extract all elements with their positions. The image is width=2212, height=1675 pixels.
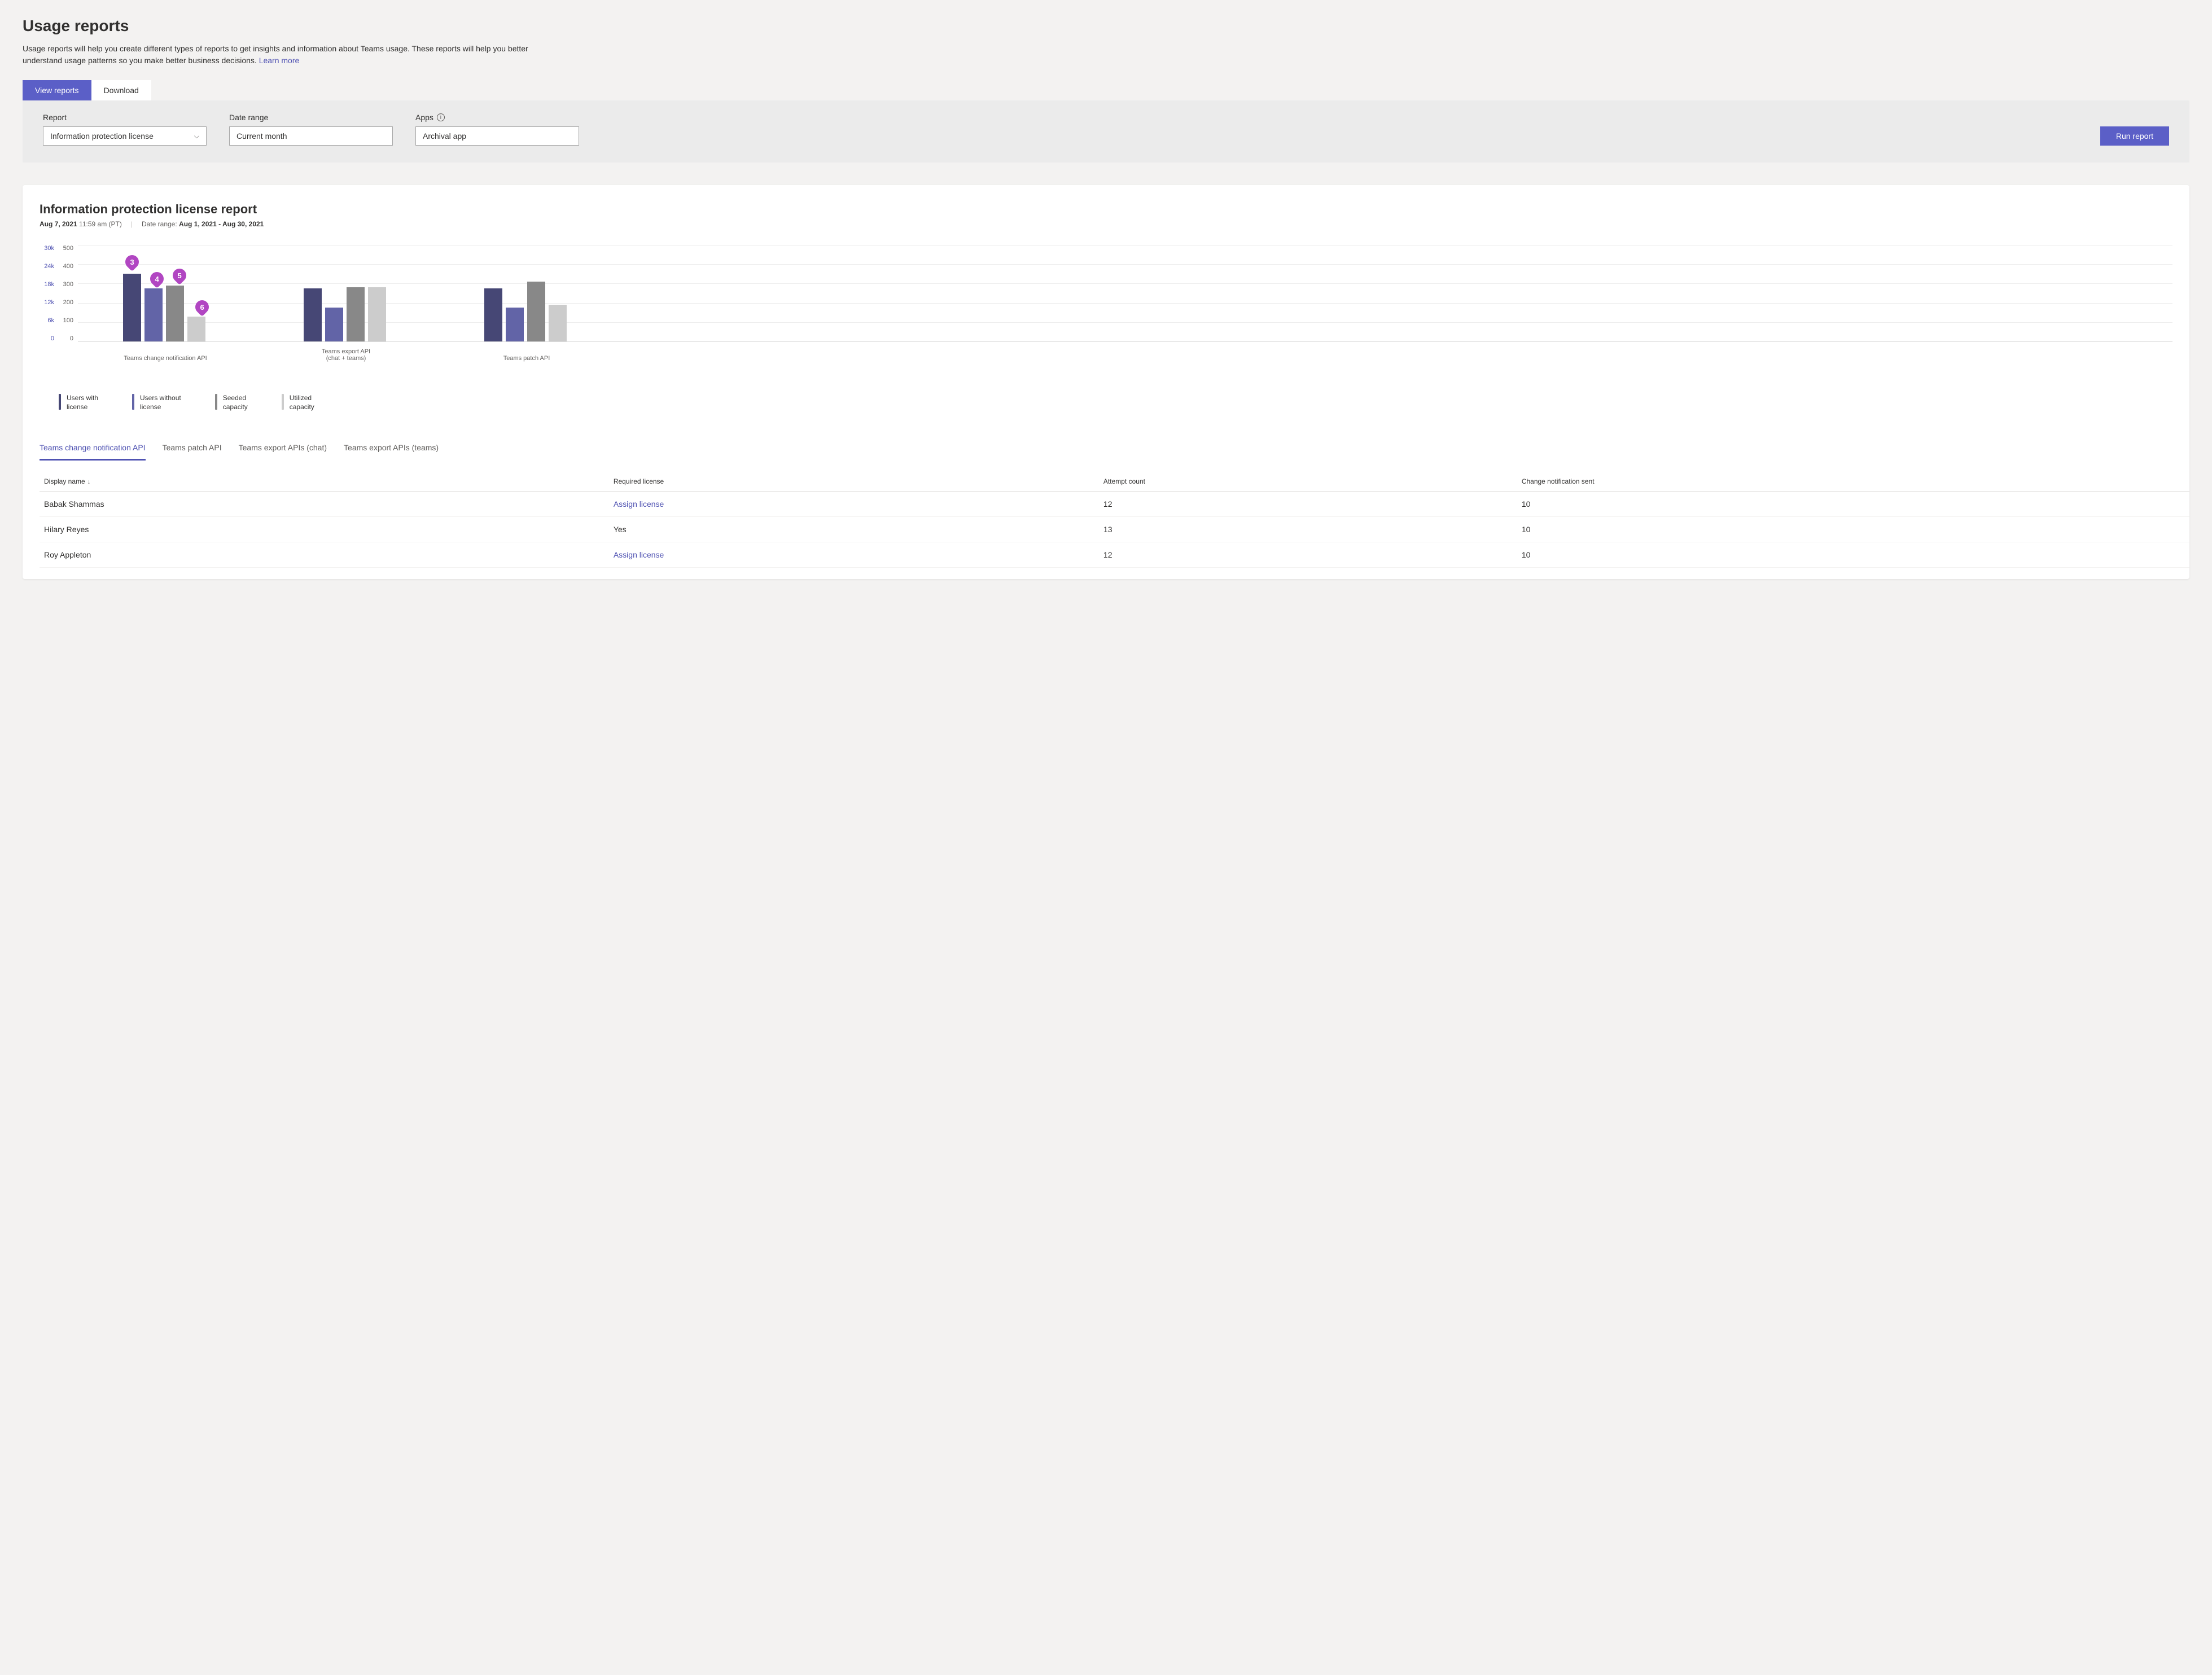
column-header[interactable]: Change notification sent: [1517, 472, 2189, 492]
chart-bar: [144, 288, 163, 341]
date-range-value: Current month: [236, 131, 287, 141]
cell-display-name: Babak Shammas: [40, 492, 609, 517]
filter-date-range: Date range Current month: [229, 113, 393, 146]
legend-label: Users withoutlicense: [140, 394, 181, 411]
report-card: Information protection license report Au…: [23, 185, 2189, 579]
report-dropdown-value: Information protection license: [50, 131, 154, 141]
filter-panel: Report Information protection license ⌵ …: [23, 100, 2189, 163]
cell-attempt-count: 12: [1099, 542, 1517, 568]
chart-bar: [368, 287, 386, 341]
cell-required-license: Yes: [609, 517, 1099, 542]
chart: 30k24k18k12k6k0 5004003002001000 Teams c…: [23, 228, 2189, 363]
cell-display-name: Roy Appleton: [40, 542, 609, 568]
tab-view-reports[interactable]: View reports: [23, 80, 91, 100]
cell-notification-sent: 10: [1517, 517, 2189, 542]
cell-notification-sent: 10: [1517, 542, 2189, 568]
cell-notification-sent: 10: [1517, 492, 2189, 517]
column-header[interactable]: Required license: [609, 472, 1099, 492]
legend-item: Users withlicense: [59, 394, 98, 411]
chart-bar: [549, 305, 567, 341]
chart-group: Teams patch API: [484, 245, 569, 341]
chart-bar: [166, 286, 184, 341]
assign-license-link[interactable]: Assign license: [614, 550, 664, 559]
learn-more-link[interactable]: Learn more: [259, 56, 300, 65]
sort-icon: ↓: [87, 479, 91, 485]
chart-bar: [187, 317, 205, 341]
chevron-down-icon: ⌵: [194, 132, 199, 141]
chart-category-label: Teams patch API: [481, 355, 572, 362]
info-icon[interactable]: i: [437, 113, 445, 121]
legend-label: Seededcapacity: [223, 394, 248, 411]
cell-display-name: Hilary Reyes: [40, 517, 609, 542]
filter-apps: Apps i Archival app: [415, 113, 579, 146]
report-meta: Aug 7, 2021 11:59 am (PT) | Date range: …: [40, 220, 2172, 228]
chart-bar: [506, 308, 524, 341]
subtab[interactable]: Teams change notification API: [40, 440, 146, 461]
legend-item: Users withoutlicense: [132, 394, 181, 411]
chart-group: Teams export API (chat + teams): [304, 245, 388, 341]
table-row: Babak Shammas Assign license 1210: [40, 492, 2189, 517]
chart-plot-area: Teams change notification APITeams expor…: [78, 245, 2172, 342]
data-table: Display name↓Required licenseAttempt cou…: [40, 472, 2189, 568]
report-header: Information protection license report Au…: [23, 202, 2189, 228]
table-row: Roy Appleton Assign license 1210: [40, 542, 2189, 568]
chart-legend: Users withlicense Users withoutlicense See…: [23, 363, 2189, 423]
date-range-dropdown[interactable]: Current month: [229, 126, 393, 146]
run-report-button[interactable]: Run report: [2100, 126, 2169, 146]
legend-swatch: [132, 394, 134, 410]
legend-label: Utilizedcapacity: [290, 394, 314, 411]
apps-dropdown[interactable]: Archival app: [415, 126, 579, 146]
chart-category-label: Teams change notification API: [120, 355, 211, 362]
chart-bar: [325, 308, 343, 341]
tab-download[interactable]: Download: [91, 80, 151, 100]
assign-license-link[interactable]: Assign license: [614, 499, 664, 508]
chart-bar: [484, 288, 502, 341]
column-header[interactable]: Attempt count: [1099, 472, 1517, 492]
page-title: Usage reports: [23, 17, 2189, 35]
legend-label: Users withlicense: [67, 394, 98, 411]
chart-category-label: Teams export API (chat + teams): [301, 348, 391, 362]
subtab[interactable]: Teams export APIs (teams): [344, 440, 439, 461]
filter-report: Report Information protection license ⌵: [43, 113, 207, 146]
legend-item: Seededcapacity: [215, 394, 248, 411]
cell-attempt-count: 13: [1099, 517, 1517, 542]
filter-report-label: Report: [43, 113, 207, 122]
column-header[interactable]: Display name↓: [40, 472, 609, 492]
chart-bar: [123, 274, 141, 341]
filter-date-label: Date range: [229, 113, 393, 122]
chart-y-axis-left: 30k24k18k12k6k0: [40, 245, 59, 342]
chart-bar: [304, 288, 322, 341]
legend-swatch: [282, 394, 284, 410]
chart-y-axis-right: 5004003002001000: [59, 245, 78, 342]
apps-value: Archival app: [423, 131, 466, 141]
legend-item: Utilizedcapacity: [282, 394, 314, 411]
chart-bar: [347, 287, 365, 341]
cell-required-license: Assign license: [609, 492, 1099, 517]
data-subtabs: Teams change notification API Teams patch…: [23, 423, 2189, 461]
subtab[interactable]: Teams export APIs (chat): [239, 440, 327, 461]
table-row: Hilary ReyesYes1310: [40, 517, 2189, 542]
legend-swatch: [59, 394, 61, 410]
cell-attempt-count: 12: [1099, 492, 1517, 517]
filter-apps-label: Apps i: [415, 113, 579, 122]
top-tabs: View reports Download: [23, 80, 2189, 100]
chart-bar: [527, 282, 545, 341]
legend-swatch: [215, 394, 217, 410]
page-description: Usage reports will help you create diffe…: [23, 43, 531, 67]
report-dropdown[interactable]: Information protection license ⌵: [43, 126, 207, 146]
subtab[interactable]: Teams patch API: [163, 440, 222, 461]
cell-required-license: Assign license: [609, 542, 1099, 568]
report-title: Information protection license report: [40, 202, 2172, 217]
